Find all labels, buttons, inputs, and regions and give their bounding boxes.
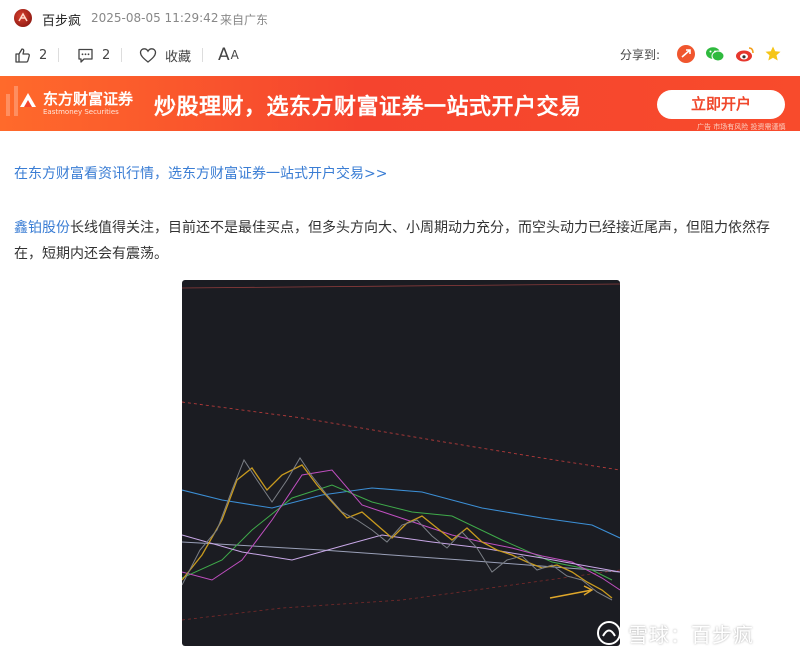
promo-link[interactable]: 在东方财富看资讯行情，选东方财富证券一站式开户交易>> — [14, 163, 387, 183]
banner-disclaimer: 广告 市场有风险 投资需谨慎 — [697, 123, 786, 131]
comment-button[interactable]: 2 — [77, 46, 110, 64]
like-button[interactable]: 2 — [14, 46, 47, 64]
chart-magenta-line — [181, 469, 621, 591]
wechat-icon[interactable] — [705, 45, 725, 63]
divider — [202, 48, 203, 62]
chart-top-line — [181, 283, 621, 289]
watermark: 雪球：百步疯 — [596, 618, 796, 648]
stock-chart-image[interactable] — [181, 280, 621, 646]
comment-icon — [78, 48, 93, 63]
like-count: 2 — [39, 47, 48, 63]
divider — [121, 48, 122, 62]
favorite-button[interactable]: 收藏 — [139, 46, 192, 65]
chart-lines — [181, 283, 621, 621]
thumbs-up-icon — [15, 47, 30, 63]
xueqiu-logo-icon — [597, 621, 621, 645]
avatar[interactable] — [14, 9, 32, 27]
chart-dashed-lower — [181, 569, 621, 621]
chart-gray-price — [181, 457, 613, 601]
comment-count: 2 — [102, 47, 111, 63]
post-header: 百步疯 2025-08-05 11:29:42 来自广东 — [0, 0, 800, 36]
ad-banner[interactable]: 东方财富证券 Eastmoney Securities 炒股理财，选东方财富证券… — [0, 76, 800, 131]
watermark-text: 雪球：百步疯 — [628, 622, 754, 647]
font-size-button[interactable]: A A — [218, 45, 239, 65]
chart-blue-line — [181, 487, 621, 539]
divider — [58, 48, 59, 62]
heart-icon — [139, 47, 157, 63]
favorite-label: 收藏 — [165, 49, 192, 65]
star-icon[interactable] — [764, 45, 782, 63]
stock-link[interactable]: 鑫铂股份 — [14, 220, 70, 236]
share-label: 分享到: — [620, 48, 661, 62]
author-name[interactable]: 百步疯 — [42, 10, 81, 29]
font-size-label: A — [218, 45, 230, 65]
banner-slogan: 炒股理财，选东方财富证券一站式开户交易 — [154, 95, 582, 120]
chart-yellow-line — [181, 464, 613, 599]
chart-gray-trend — [181, 541, 621, 573]
post-text: 长线值得关注，目前还不是最佳买点，但多头方向大、小周期动力充分，而空头动力已经接… — [14, 220, 770, 262]
chart-dashed-red — [181, 401, 621, 471]
post-source: 来自广东 — [220, 13, 269, 27]
post-timestamp: 2025-08-05 11:29:42 — [91, 11, 219, 25]
avatar-icon — [18, 12, 28, 22]
open-account-button[interactable]: 立即开户 — [657, 90, 785, 119]
banner-brand: 东方财富证券 — [43, 90, 134, 108]
weibo-icon[interactable] — [735, 45, 754, 63]
eastmoney-logo-icon — [20, 93, 36, 107]
font-size-label-small: A — [230, 48, 239, 62]
repost-icon[interactable] — [677, 45, 695, 63]
post-body: 鑫铂股份长线值得关注，目前还不是最佳买点，但多头方向大、小周期动力充分，而空头动… — [14, 215, 794, 267]
banner-brand-en: Eastmoney Securities — [43, 108, 119, 116]
